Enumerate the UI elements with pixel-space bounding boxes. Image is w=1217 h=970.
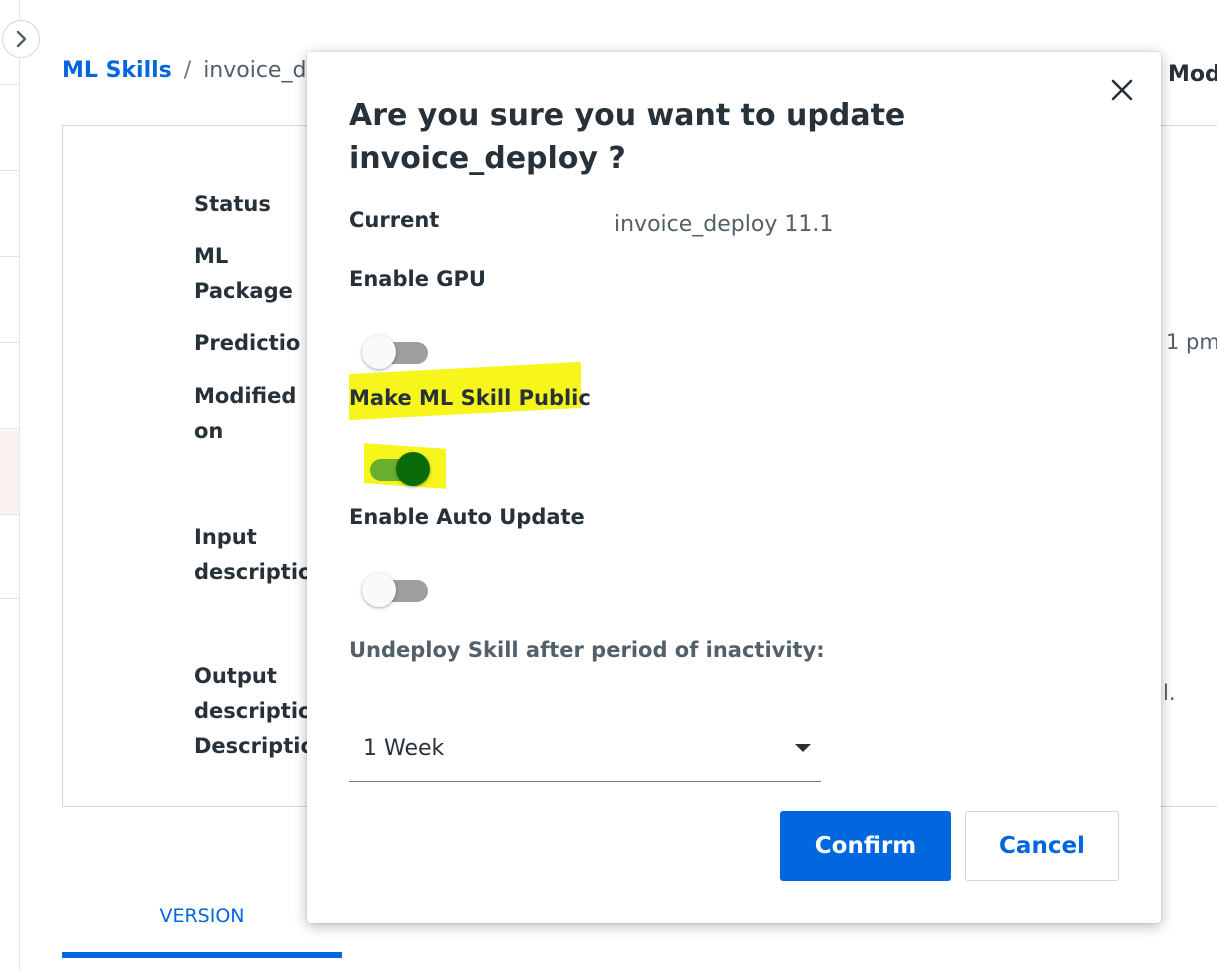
rail-divider <box>0 428 19 429</box>
output-description-value: l. <box>1163 681 1176 705</box>
update-confirm-dialog: Are you sure you want to update invoice_… <box>307 52 1161 923</box>
rail-divider <box>0 514 19 515</box>
left-rail <box>0 0 20 970</box>
breadcrumb: ML Skills / invoice_d <box>62 58 306 83</box>
rail-active-item[interactable] <box>0 430 19 514</box>
expand-sidebar-button[interactable] <box>2 20 40 58</box>
dialog-title: Are you sure you want to update invoice_… <box>349 98 906 176</box>
confirm-button[interactable]: Confirm <box>780 811 951 881</box>
rail-divider <box>0 170 19 171</box>
enable-gpu-label: Enable GPU <box>349 267 486 291</box>
rail-divider <box>0 256 19 257</box>
rail-divider <box>0 84 19 85</box>
ml-package-label: ML Package <box>194 244 293 303</box>
header-right-text: Mod <box>1168 62 1217 87</box>
close-icon <box>1111 79 1133 101</box>
input-description-label: Input descriptio <box>194 525 313 584</box>
caret-down-icon <box>795 744 811 752</box>
breadcrumb-separator: / <box>183 58 192 83</box>
prediction-label: Predictio <box>194 331 301 355</box>
breadcrumb-ml-skills-link[interactable]: ML Skills <box>62 58 172 83</box>
prediction-value: 1 pm <box>1166 330 1217 354</box>
inactivity-selected-value: 1 Week <box>363 736 445 761</box>
current-label: Current <box>349 208 440 232</box>
cancel-button[interactable]: Cancel <box>965 811 1119 881</box>
rail-divider <box>0 598 19 599</box>
chevron-right-icon <box>16 30 27 48</box>
inactivity-period-select[interactable]: 1 Week <box>349 728 821 782</box>
toggle-thumb <box>362 573 396 607</box>
undeploy-inactivity-label: Undeploy Skill after period of inactivit… <box>349 638 825 662</box>
toggle-thumb <box>362 335 396 369</box>
enable-gpu-toggle[interactable] <box>362 331 432 371</box>
tab-version[interactable]: VERSION <box>62 893 342 958</box>
auto-update-toggle[interactable] <box>362 569 432 609</box>
page: ML Skills / invoice_d Mod Status ML Packag… <box>0 0 1217 970</box>
status-label: Status <box>194 192 271 216</box>
close-button[interactable] <box>1104 72 1140 108</box>
modified-on-label: Modified on <box>194 384 297 443</box>
make-public-toggle[interactable] <box>362 448 432 488</box>
current-version-value: invoice_deploy 11.1 <box>614 212 834 237</box>
description-label: Descriptio <box>194 734 315 758</box>
breadcrumb-current: invoice_d <box>203 58 307 83</box>
auto-update-label: Enable Auto Update <box>349 505 585 529</box>
rail-divider <box>0 342 19 343</box>
output-description-label: Output descriptio <box>194 664 313 723</box>
toggle-thumb <box>396 452 430 486</box>
make-public-label: Make ML Skill Public <box>349 386 591 410</box>
